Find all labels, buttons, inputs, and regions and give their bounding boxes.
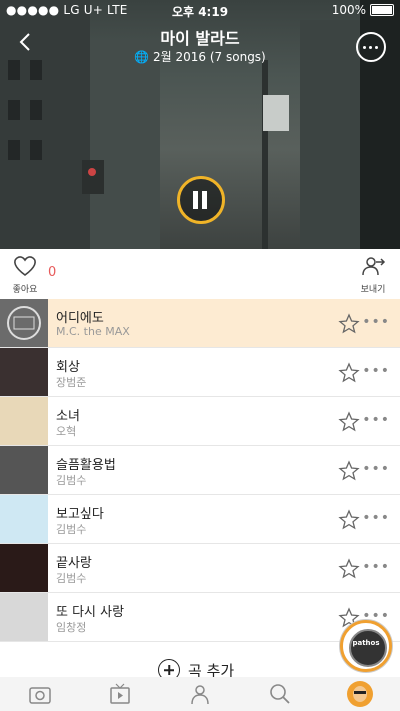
song-row[interactable]: 또 다시 사랑 임창정 •••: [0, 593, 400, 642]
status-bar: ●●●●● LG U+ LTE 오후 4:19 100%: [0, 0, 400, 22]
star-icon[interactable]: [338, 411, 360, 433]
playlist-subtitle: 🌐 2월 2016 (7 songs): [134, 50, 266, 64]
song-artist: 오혁: [56, 425, 77, 438]
song-artist: 김범수: [56, 523, 87, 536]
star-icon[interactable]: [338, 509, 360, 531]
song-row[interactable]: 보고싶다 김범수 •••: [0, 495, 400, 544]
share-label: 보내기: [360, 285, 386, 295]
song-more-button[interactable]: •••: [362, 511, 390, 525]
album-thumb: [0, 397, 48, 445]
tab-my-music[interactable]: [186, 682, 214, 706]
like-count: 0: [48, 265, 57, 280]
avatar: [347, 681, 373, 707]
song-row[interactable]: 끝사랑 김범수 •••: [0, 544, 400, 593]
song-row[interactable]: 슬픔활용법 김범수 •••: [0, 446, 400, 495]
action-bar: 좋아요 0 보내기: [0, 249, 400, 300]
song-more-button[interactable]: •••: [362, 364, 390, 378]
song-artist: 김범수: [56, 572, 87, 585]
tab-video[interactable]: [106, 682, 134, 706]
person-icon: [191, 685, 209, 705]
star-icon[interactable]: [338, 460, 360, 482]
share-icon: [362, 257, 386, 276]
tab-bar: [0, 677, 400, 711]
battery-icon: [370, 4, 394, 16]
pause-icon: [193, 191, 198, 209]
tab-radio[interactable]: [26, 682, 54, 706]
playlist-title: 마이 발라드: [160, 29, 240, 48]
more-options-button[interactable]: [356, 32, 386, 62]
song-more-button[interactable]: •••: [362, 413, 390, 427]
pathos-badge[interactable]: pathos: [340, 620, 392, 672]
battery-percent: 100%: [331, 3, 366, 17]
song-title: 끝사랑: [56, 556, 92, 571]
album-thumb: [0, 495, 48, 543]
song-list: 어디에도 M.C. the MAX ••• 회상 장범준 ••• 소녀 오혁 •…: [0, 299, 400, 642]
album-thumb: [0, 299, 48, 347]
heart-icon: [14, 256, 36, 276]
song-more-button[interactable]: •••: [362, 315, 390, 329]
song-more-button[interactable]: •••: [362, 560, 390, 574]
song-more-button[interactable]: •••: [362, 462, 390, 476]
star-icon[interactable]: [338, 558, 360, 580]
pause-button[interactable]: [177, 176, 225, 224]
song-title: 슬픔활용법: [56, 458, 116, 473]
song-row[interactable]: 소녀 오혁 •••: [0, 397, 400, 446]
like-button[interactable]: 좋아요: [10, 255, 40, 295]
search-icon: [270, 684, 290, 704]
globe-icon: 🌐: [134, 50, 150, 64]
album-thumb: [0, 593, 48, 641]
song-row[interactable]: 어디에도 M.C. the MAX •••: [0, 299, 400, 348]
song-more-button[interactable]: •••: [362, 609, 390, 623]
song-row[interactable]: 회상 장범준 •••: [0, 348, 400, 397]
like-label: 좋아요: [12, 285, 38, 295]
song-title: 또 다시 사랑: [56, 605, 125, 620]
song-artist: 임창정: [56, 621, 87, 634]
album-thumb: [0, 544, 48, 592]
badge-label: pathos: [352, 639, 380, 647]
song-artist: M.C. the MAX: [56, 325, 130, 338]
star-icon[interactable]: [338, 362, 360, 384]
song-artist: 김범수: [56, 474, 87, 487]
radio-icon: [29, 687, 51, 704]
tab-profile[interactable]: [346, 681, 374, 707]
album-thumb: [0, 348, 48, 396]
share-button[interactable]: 보내기: [358, 255, 388, 295]
song-title: 어디에도: [56, 311, 104, 326]
tab-search[interactable]: [266, 682, 294, 706]
star-icon[interactable]: [338, 313, 360, 335]
album-thumb: [0, 446, 48, 494]
tv-icon: [110, 683, 130, 704]
song-artist: 장범준: [56, 376, 87, 389]
song-title: 보고싶다: [56, 507, 104, 522]
song-title: 소녀: [56, 409, 80, 424]
song-title: 회상: [56, 360, 80, 375]
